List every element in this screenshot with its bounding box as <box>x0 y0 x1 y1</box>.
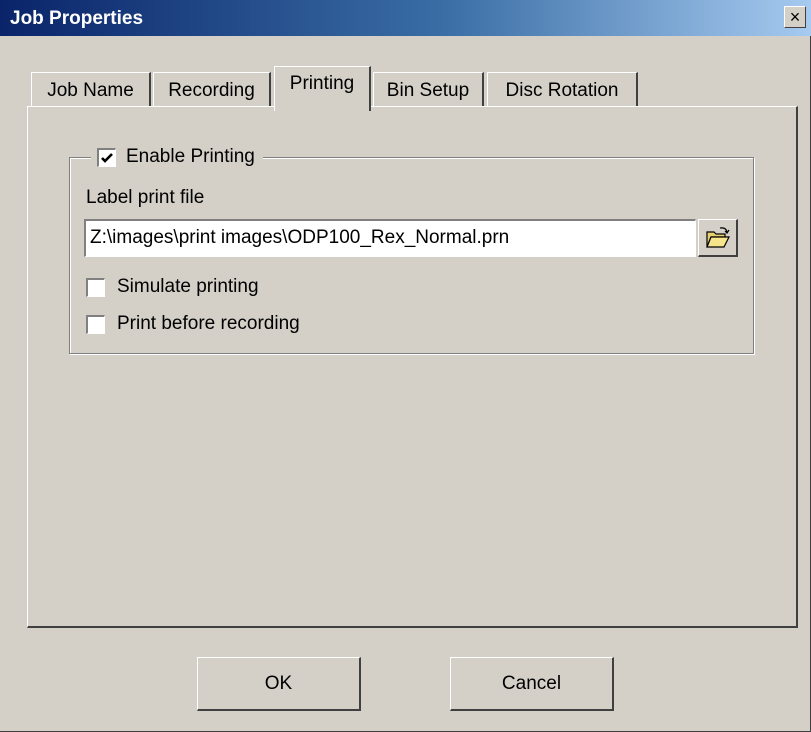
simulate-printing-label: Simulate printing <box>117 276 259 297</box>
ok-button[interactable]: OK <box>197 657 361 711</box>
enable-printing-checkbox-row[interactable]: Enable Printing <box>91 144 263 170</box>
tab-job-name[interactable]: Job Name <box>31 72 151 108</box>
job-properties-dialog: Job Properties × Job Name Recording Prin… <box>0 0 811 732</box>
enable-printing-label: Enable Printing <box>126 146 255 167</box>
tab-printing[interactable]: Printing <box>274 66 371 111</box>
title-bar[interactable]: Job Properties × <box>0 0 811 36</box>
folder-open-icon <box>705 226 730 248</box>
simulate-printing-checkbox[interactable] <box>86 277 105 297</box>
tab-recording[interactable]: Recording <box>153 72 271 108</box>
tab-bin-setup[interactable]: Bin Setup <box>373 72 484 108</box>
checkmark-icon <box>101 152 113 163</box>
label-print-file-input[interactable]: Z:\images\print images\ODP100_Rex_Normal… <box>84 219 696 257</box>
tab-disc-rotation[interactable]: Disc Rotation <box>487 72 638 108</box>
enable-printing-checkbox[interactable] <box>97 147 116 167</box>
print-before-recording-checkbox[interactable] <box>86 314 105 334</box>
printing-tab-panel: Enable Printing Label print file Z:\imag… <box>27 106 798 628</box>
label-print-file-label: Label print file <box>86 187 205 208</box>
cancel-button[interactable]: Cancel <box>450 657 614 711</box>
print-before-recording-label: Print before recording <box>117 313 300 334</box>
close-button[interactable]: × <box>784 6 806 28</box>
print-before-recording-row[interactable]: Print before recording <box>86 313 300 335</box>
close-icon: × <box>789 7 801 27</box>
simulate-printing-row[interactable]: Simulate printing <box>86 276 259 298</box>
window-title: Job Properties <box>10 8 144 29</box>
browse-button[interactable] <box>698 219 738 257</box>
